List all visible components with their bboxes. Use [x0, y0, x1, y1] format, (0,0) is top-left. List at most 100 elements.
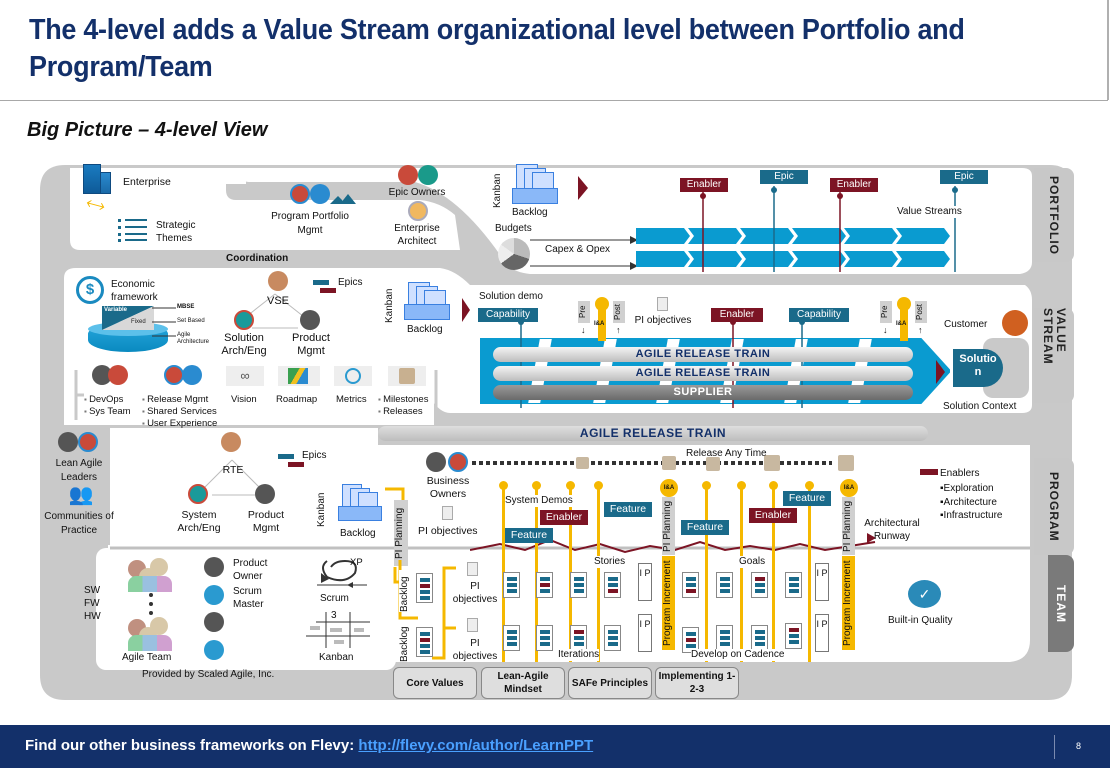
kanban-wip-limit: 3: [331, 610, 337, 621]
program-pi-planning-bar: PI Planning: [394, 500, 408, 566]
program-increment-column: Program Increment: [842, 556, 855, 650]
enablers-legend-swatch: [920, 469, 938, 475]
communities-people-icon: 👥: [68, 484, 94, 506]
epics-legend-teal: [313, 280, 329, 285]
team-kanban-label: Kanban: [319, 652, 354, 663]
story-card: [682, 572, 699, 598]
program-backlog-label: Backlog: [340, 528, 376, 539]
enabler-types-list: ▪Exploration ▪Architecture ▪Infrastructu…: [940, 482, 1002, 523]
iteration-dot: [594, 481, 603, 490]
pre-label: Pre: [880, 301, 892, 323]
portfolio-epic-badge: Epic: [940, 170, 988, 184]
team-pi-objectives-label: PI objectives: [452, 581, 498, 605]
iteration-dot: [702, 481, 711, 490]
strategic-themes-list-icon: [118, 218, 148, 242]
release-any-time-line: [472, 455, 832, 471]
scrum-master-avatar: [204, 640, 224, 660]
tab-program[interactable]: PROGRAM: [1034, 458, 1074, 555]
metrics-gauge-icon: [334, 366, 372, 386]
portfolio-enabler-badge: Enabler: [830, 178, 878, 192]
team-connector: [149, 593, 153, 615]
iteration-dot: [805, 481, 814, 490]
agile-release-train-pipe: AGILE RELEASE TRAIN: [493, 366, 913, 381]
scrum-label: Scrum: [320, 593, 349, 604]
customer-label: Customer: [944, 319, 988, 330]
capex-opex-label: Capex & Opex: [545, 244, 611, 255]
story-card: [503, 572, 520, 598]
portfolio-backlog-icon: [512, 164, 560, 206]
program-portfolio-mgmt-label: Program Portfolio Mgmt: [271, 211, 349, 236]
vse-label: VSE: [266, 295, 289, 307]
story-card: [716, 625, 733, 651]
tab-team[interactable]: TEAM: [1048, 555, 1074, 652]
lean-agile-leaders-label: Lean Agile Leaders: [55, 458, 103, 483]
releases-item: Releases: [378, 406, 428, 418]
roadmap-label: Roadmap: [276, 394, 318, 405]
architectural-runway-label: Architectural Runway: [864, 518, 920, 542]
tab-value-stream[interactable]: VALUE STREAM: [1034, 308, 1074, 403]
enabler-type-exploration: ▪Exploration: [940, 483, 994, 494]
story-card: [570, 625, 587, 651]
milestone-roles: Milestones Releases: [378, 394, 428, 418]
document-icon: [467, 618, 478, 632]
supplier-pipe: SUPPLIER: [493, 385, 913, 400]
pi-planning-column: PI Planning: [662, 497, 675, 555]
portfolio-backlog-label: Backlog: [512, 207, 548, 218]
story-card: [536, 625, 553, 651]
story-card: [570, 572, 587, 598]
post-label: Post: [915, 301, 927, 323]
program-epics-legend-label: Epics: [302, 450, 327, 461]
rte-avatar: [221, 432, 241, 452]
release-box-icon: [838, 455, 854, 471]
enterprise-architect-label: Enterprise Architect: [394, 223, 440, 247]
metrics-label: Metrics: [336, 394, 367, 405]
team-backlog-stack: [416, 627, 433, 657]
epic-owners-icon: [398, 165, 440, 187]
economic-framework-label: Economic framework: [111, 279, 158, 303]
sw-fw-hw-list: SW FW HW: [84, 584, 101, 623]
set-based-label: Set Based: [177, 318, 205, 324]
vs-capability-badge: Capability: [478, 308, 538, 322]
lean-agile-mindset-button[interactable]: Lean-Agile Mindset: [481, 667, 565, 699]
team-backlog-label: Backlog: [399, 620, 410, 662]
tab-portfolio[interactable]: PORTFOLIO: [1034, 168, 1074, 262]
product-owner-label: Product Owner: [233, 558, 268, 582]
iteration-dot: [532, 481, 541, 490]
story-card: [604, 572, 621, 598]
business-owners-icon: [426, 452, 472, 474]
built-in-quality-label: Built-in Quality: [888, 615, 953, 626]
epic-owners-label: Epic Owners: [388, 187, 446, 198]
iteration-line: [705, 486, 708, 662]
milestones-box-icon: [388, 366, 426, 386]
develop-on-cadence-label: Develop on Cadence: [691, 649, 785, 661]
program-epics-legend-teal: [278, 454, 294, 459]
iteration-line: [808, 486, 811, 662]
strategic-themes-label: Strategic Themes: [156, 220, 196, 244]
up-arrow-icon: ↑: [616, 325, 621, 335]
solution-box: Solution: [953, 349, 1003, 387]
product-owner-avatar: [204, 557, 224, 577]
scrum-cycle-icon: [317, 559, 367, 588]
story-card: [751, 572, 768, 598]
program-portfolio-mgmt-icon: [290, 184, 360, 206]
portfolio-epic-badge: Epic: [760, 170, 808, 184]
built-in-quality-check-icon: ✓: [908, 580, 941, 608]
program-epics-legend-maroon: [288, 462, 304, 467]
program-feature-badge: Feature: [783, 491, 831, 506]
flevy-link[interactable]: http://flevy.com/author/LearnPPT: [358, 737, 593, 754]
iterations-label: Iterations: [558, 649, 600, 661]
scrum-master-label: Scrum Master: [233, 586, 264, 610]
goals-label: Goals: [739, 556, 766, 568]
system-demos-label: System Demos: [505, 495, 573, 507]
vs-kanban-label: Kanban: [384, 288, 395, 323]
safe-principles-button[interactable]: SAFe Principles: [568, 667, 652, 699]
down-arrow-icon: ↓: [883, 325, 888, 335]
variable-label: Variable: [104, 307, 128, 313]
down-arrow-icon: ↓: [581, 325, 586, 335]
implementing-123-button[interactable]: Implementing 1-2-3: [655, 667, 739, 699]
core-values-button[interactable]: Core Values: [393, 667, 477, 699]
vs-epics-legend-label: Epics: [338, 277, 363, 288]
team-pi-objectives-label: PI objectives: [452, 638, 498, 662]
pre-label: Pre: [578, 301, 590, 323]
program-enabler-badge: Enabler: [540, 510, 588, 525]
